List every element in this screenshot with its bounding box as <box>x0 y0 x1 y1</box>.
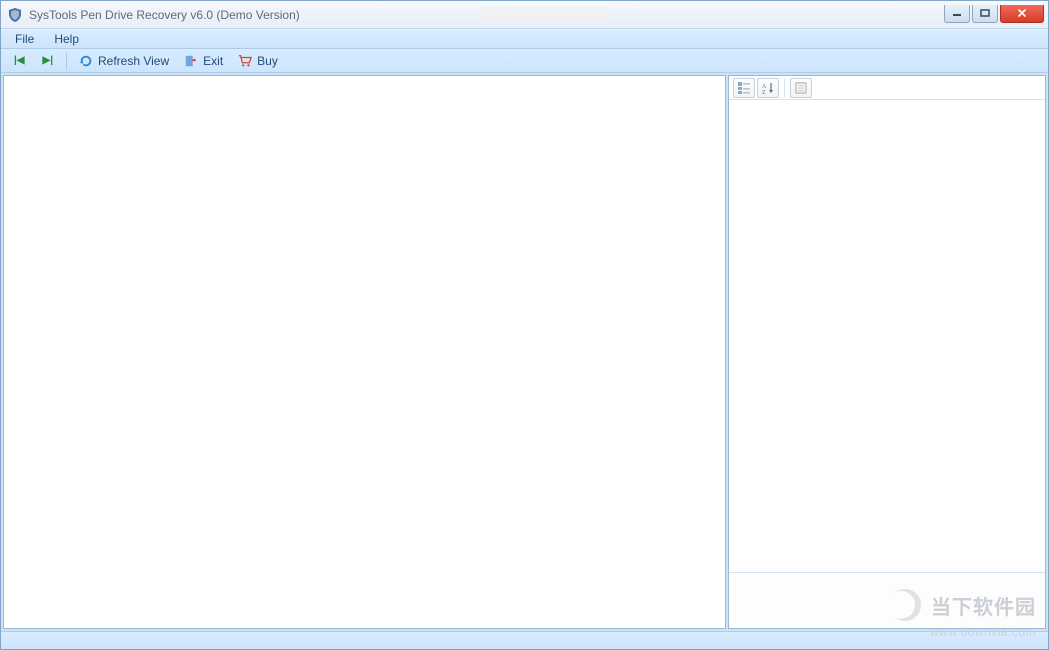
properties-toolbar-divider <box>784 79 785 97</box>
titlebar-blur-area <box>480 7 610 23</box>
menu-file[interactable]: File <box>7 30 42 48</box>
app-icon <box>7 7 23 23</box>
buy-button[interactable]: Buy <box>232 52 283 70</box>
properties-description-area <box>729 572 1045 628</box>
minimize-button[interactable] <box>944 5 970 23</box>
properties-pane: AZ <box>728 75 1046 629</box>
maximize-button[interactable] <box>972 5 998 23</box>
buy-label: Buy <box>257 54 278 68</box>
categorize-icon <box>737 81 751 95</box>
window-title: SysTools Pen Drive Recovery v6.0 (Demo V… <box>29 8 300 22</box>
window-controls <box>944 5 1048 25</box>
properties-body <box>729 100 1045 572</box>
main-pane <box>3 75 726 629</box>
categorized-button[interactable] <box>733 78 755 98</box>
properties-toolbar: AZ <box>729 76 1045 100</box>
application-window: SysTools Pen Drive Recovery v6.0 (Demo V… <box>0 0 1049 650</box>
page-icon <box>794 81 808 95</box>
cart-icon <box>237 53 253 69</box>
exit-icon <box>183 53 199 69</box>
menu-help[interactable]: Help <box>46 30 87 48</box>
content-area: AZ <box>1 73 1048 631</box>
toolbar-divider <box>66 52 67 70</box>
sort-az-icon: AZ <box>761 81 775 95</box>
property-pages-button[interactable] <box>790 78 812 98</box>
refresh-label: Refresh View <box>98 54 169 68</box>
titlebar: SysTools Pen Drive Recovery v6.0 (Demo V… <box>1 1 1048 29</box>
toolbar: |◀ ▶| Refresh View Exit Buy <box>1 49 1048 73</box>
first-icon: |◀ <box>12 55 27 66</box>
close-button[interactable] <box>1000 5 1044 23</box>
menubar: File Help <box>1 29 1048 49</box>
statusbar <box>1 631 1048 649</box>
exit-label: Exit <box>203 54 223 68</box>
svg-text:Z: Z <box>762 90 766 95</box>
refresh-icon <box>78 53 94 69</box>
refresh-button[interactable]: Refresh View <box>73 52 174 70</box>
nav-next-button[interactable]: ▶| <box>36 54 61 67</box>
alphabetical-button[interactable]: AZ <box>757 78 779 98</box>
nav-first-button[interactable]: |◀ <box>7 54 32 67</box>
next-icon: ▶| <box>41 55 56 66</box>
exit-button[interactable]: Exit <box>178 52 228 70</box>
